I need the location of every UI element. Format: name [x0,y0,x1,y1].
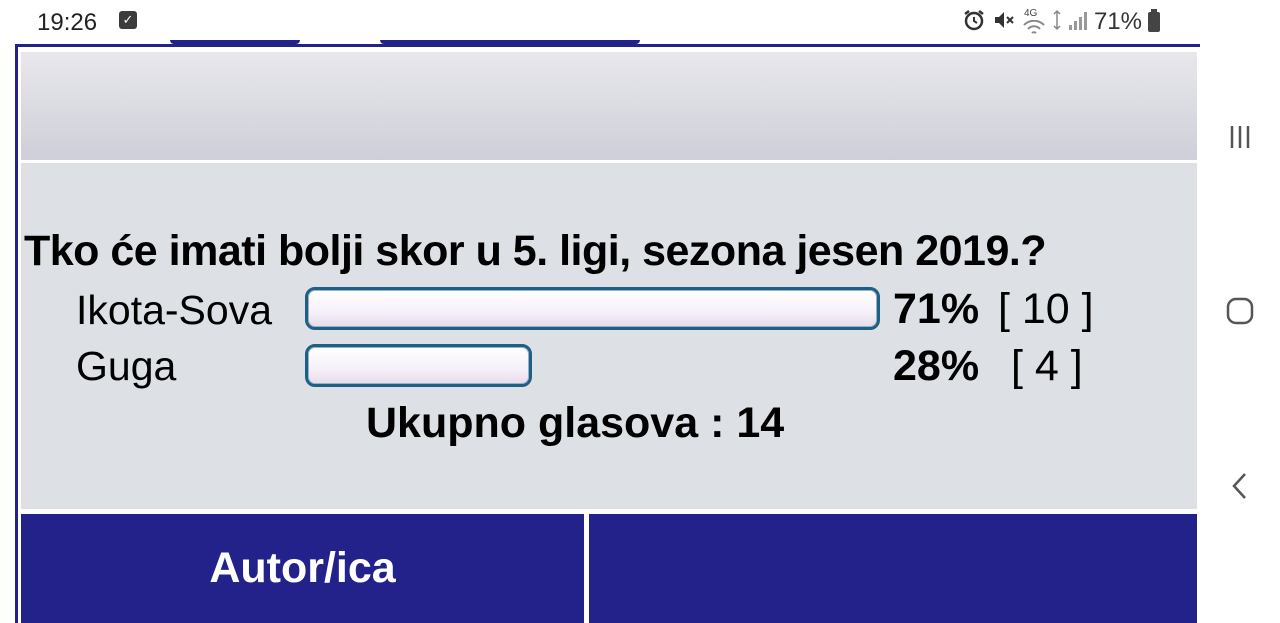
data-arrows-icon [1052,8,1062,37]
poll-option-percent: 71% [893,285,980,333]
battery-icon [1148,9,1160,32]
mute-icon [992,8,1016,37]
poll-option-votes: [ 4 ] [1011,342,1083,390]
notification-check-icon: ✓ [119,11,137,29]
tab-remnant [380,40,640,44]
poll-box: Tko će imati bolji skor u 5. ligi, sezon… [21,163,1197,509]
author-header-cell: Autor/ica [21,514,584,623]
author-label: Autor/ica [209,544,396,592]
poll-option-votes: [ 10 ] [998,285,1094,333]
poll-option-percent: 28% [893,342,980,390]
wifi-icon: 4G [1022,8,1046,36]
status-time: 19:26 [37,9,98,36]
navigation-bar [1200,0,1280,623]
author-value-cell [589,514,1197,623]
network-type: 4G [1023,8,1038,19]
poll-question: Tko će imati bolji skor u 5. ligi, sezon… [24,227,1047,275]
back-icon[interactable] [1220,466,1260,506]
poll-result-bar [305,287,880,330]
header-banner [21,52,1197,160]
battery-percent: 71% [1093,8,1142,35]
home-icon[interactable] [1220,291,1260,331]
poll-option-label: Ikota-Sova [76,287,272,333]
tab-remnant [170,40,300,44]
status-bar: 19:26 ✓ 4G 71% [0,0,1200,44]
alarm-icon [962,8,986,37]
poll-result-bar [305,344,532,387]
status-icons: 4G 71% [962,8,1160,36]
poll-total-votes: Ukupno glasova : 14 [366,399,785,447]
poll-option-label: Guga [76,343,177,389]
signal-icon [1068,9,1088,36]
recent-apps-icon[interactable] [1220,117,1260,157]
